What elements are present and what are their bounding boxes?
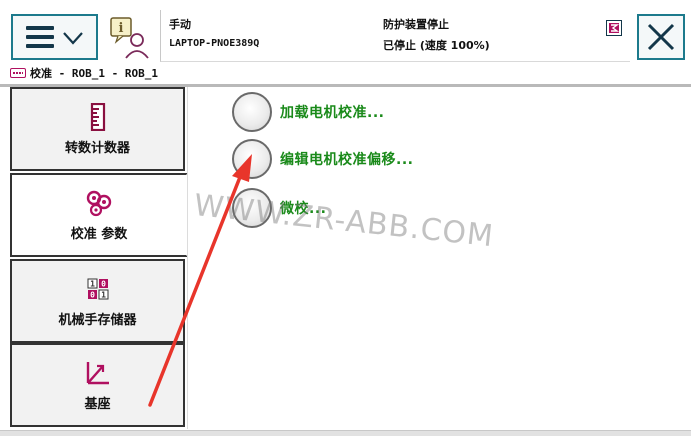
sidebar-item-label: 校准 参数	[70, 226, 128, 242]
breadcrumb: 校准 - ROB_1 - ROB_1	[10, 64, 158, 82]
status-panel[interactable]: 手动 LAPTOP-PNOE389Q 防护装置停止 已停止 (速度 100%)	[160, 10, 630, 62]
main-menu-button[interactable]	[11, 14, 98, 60]
close-button[interactable]	[637, 14, 685, 60]
sidebar-item-base-frame[interactable]: 基座	[10, 343, 185, 427]
svg-text:i: i	[119, 21, 124, 36]
watermark: WWW.ZR-ABB.COM	[192, 188, 496, 255]
safety-state: 防护装置停止	[383, 18, 449, 31]
svg-text:1: 1	[101, 290, 106, 299]
chevron-down-icon	[62, 32, 83, 45]
option-edit-motor-calibration-offset[interactable]: 编辑电机校准偏移...	[232, 139, 413, 179]
calibration-parameters-icon	[86, 190, 112, 216]
operating-mode: 手动	[169, 18, 191, 31]
task-bar-icon[interactable]	[606, 20, 622, 36]
operator-info-icon[interactable]: i	[108, 16, 152, 60]
radio-button[interactable]	[232, 139, 272, 179]
run-state: 已停止 (速度 100%)	[383, 39, 490, 52]
breadcrumb-text: 校准 - ROB_1 - ROB_1	[30, 67, 158, 80]
sidebar-item-label: 基座	[84, 396, 111, 412]
bottom-status-bar	[0, 430, 691, 436]
memory-icon: 1 0 0 1	[87, 278, 108, 299]
svg-text:0: 0	[90, 290, 95, 299]
svg-text:1: 1	[90, 279, 95, 288]
sidebar-item-calibration-parameters[interactable]: 校准 参数	[10, 173, 188, 257]
top-bar: i 手动 LAPTOP-PNOE389Q 防护装置停止 已停止 (速度 100%…	[0, 0, 691, 64]
svg-text:0: 0	[101, 279, 106, 288]
base-frame-icon	[86, 361, 109, 384]
option-load-motor-calibration[interactable]: 加载电机校准...	[232, 92, 384, 132]
option-label: 编辑电机校准偏移...	[280, 152, 414, 168]
calibration-app-icon	[10, 68, 26, 78]
hamburger-icon	[25, 26, 54, 48]
controller-name: LAPTOP-PNOE389Q	[169, 38, 260, 49]
option-label: 加载电机校准...	[280, 105, 385, 121]
sidebar-item-revolution-counters[interactable]: 转数计数器	[10, 87, 185, 171]
sidebar-item-label: 机械手存储器	[58, 312, 137, 328]
close-icon	[647, 23, 675, 51]
revolution-counter-icon	[90, 102, 105, 131]
radio-button[interactable]	[232, 92, 272, 132]
sidebar-item-label: 转数计数器	[64, 140, 130, 156]
sidebar-divider	[187, 87, 188, 429]
sidebar: 转数计数器 校准 参数 1 0 0 1 机械手存储器 基座	[10, 87, 188, 429]
sidebar-item-smb-memory[interactable]: 1 0 0 1 机械手存储器	[10, 259, 185, 343]
